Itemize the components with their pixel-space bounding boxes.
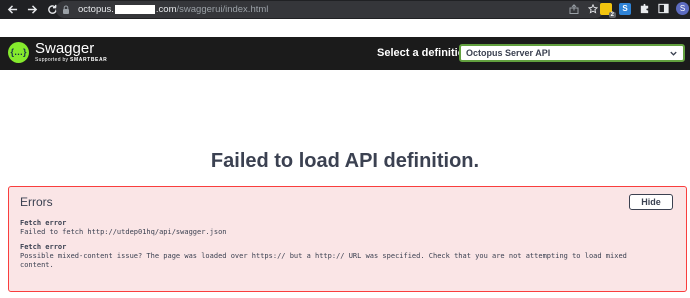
- error-item: Fetch error Possible mixed-content issue…: [20, 243, 660, 270]
- logo-subtitle: Supported by SMARTBEAR: [35, 57, 107, 63]
- errors-panel: Errors Hide Fetch error Failed to fetch …: [8, 186, 687, 292]
- logo-subtitle-brand: SMARTBEAR: [70, 57, 108, 63]
- bookmark-star-icon[interactable]: [588, 4, 598, 14]
- arrow-right-icon: [27, 5, 37, 14]
- logo-subtitle-prefix: Supported by: [35, 57, 69, 63]
- arrow-left-icon: [7, 5, 17, 14]
- address-bar[interactable]: octopus. .com/swaggerui/index.html: [56, 1, 604, 18]
- url-path: /swaggerui/index.html: [176, 4, 269, 15]
- page-title: Failed to load API definition.: [210, 150, 480, 172]
- forward-button[interactable]: [24, 2, 40, 18]
- error-heading: Fetch error: [20, 219, 67, 227]
- error-heading: Fetch error: [20, 243, 67, 251]
- error-item: Fetch error Failed to fetch http://utdep…: [20, 219, 660, 237]
- extension-s-label: S: [622, 4, 628, 13]
- extension-notes-icon[interactable]: 2: [600, 2, 616, 18]
- error-message: Failed to fetch http://utdep01hq/api/swa…: [20, 228, 227, 236]
- url-text: octopus. .com/swaggerui/index.html: [78, 4, 268, 15]
- browser-toolbar: octopus. .com/swaggerui/index.html 2 S S: [0, 0, 690, 19]
- chevron-down-icon: [669, 49, 678, 58]
- definition-selected-value: Octopus Server API: [466, 48, 551, 58]
- profile-avatar[interactable]: S: [676, 2, 689, 15]
- share-icon[interactable]: [569, 4, 579, 14]
- swagger-logo[interactable]: {…} Swagger Supported by SMARTBEAR: [8, 41, 107, 63]
- back-button[interactable]: [4, 2, 20, 18]
- definition-select[interactable]: Octopus Server API: [459, 44, 685, 62]
- extension-s-icon[interactable]: S: [619, 2, 631, 15]
- swagger-topbar: {…} Swagger Supported by SMARTBEAR Selec…: [0, 37, 690, 70]
- swagger-logo-icon: {…}: [8, 41, 29, 63]
- definition-label: Select a definition: [377, 47, 472, 59]
- side-panel-icon[interactable]: [657, 3, 669, 15]
- errors-title: Errors: [20, 195, 53, 209]
- error-message: Possible mixed-content issue? The page w…: [20, 252, 627, 269]
- hide-button[interactable]: Hide: [629, 194, 673, 210]
- url-host-prefix: octopus.: [78, 4, 114, 15]
- redacted-block: [114, 5, 155, 14]
- lock-icon: [62, 5, 70, 14]
- profile-initial: S: [679, 4, 686, 13]
- logo-title: Swagger: [35, 40, 95, 57]
- extensions-puzzle-icon[interactable]: [638, 3, 650, 15]
- url-host-suffix: .com: [155, 4, 177, 15]
- extension-badge: 2: [608, 11, 616, 18]
